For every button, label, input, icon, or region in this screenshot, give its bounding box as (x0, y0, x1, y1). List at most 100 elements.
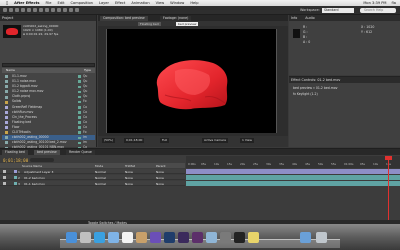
col-name[interactable]: Name (6, 68, 15, 72)
tab-composition[interactable]: Composition: bed preview (100, 15, 148, 21)
layer-row[interactable]: 2 01-2 bed.mov Normal None None (0, 175, 185, 180)
photos-icon[interactable] (136, 232, 147, 243)
menu-effect[interactable]: Effect (115, 1, 125, 5)
ruler-tick: 0:00s (188, 162, 196, 166)
tab-info[interactable]: Info (291, 16, 297, 20)
layer-parent[interactable]: None (156, 176, 164, 180)
apple-icon[interactable]:  (6, 1, 8, 5)
col-trkmat[interactable]: TrkMat (125, 164, 135, 168)
layer-row[interactable]: 3 01-1 bed.mov Normal None None (0, 181, 185, 186)
eraser-tool-icon[interactable] (69, 8, 73, 12)
menu-view[interactable]: View (156, 1, 165, 5)
effect-controls-panel: Effect Controls: 01-2 bed.mov bed previe… (289, 76, 400, 147)
time-ruler[interactable]: 0:00s 05s 10s 15s 20s 25s 30s 35s 40s 45… (186, 156, 400, 168)
tab-audio[interactable]: Audio (305, 16, 314, 20)
workspace-select[interactable]: Standard (322, 7, 354, 13)
menu-composition[interactable]: Composition (70, 1, 92, 5)
layer-row[interactable]: 1 Adjustment Layer 3 Normal None None (0, 169, 185, 174)
menu-layer[interactable]: Layer (99, 1, 109, 5)
clock[interactable]: Mon 3:39 PM (363, 1, 386, 5)
effect-controls-tab[interactable]: Effect Controls: 01-2 bed.mov (289, 77, 400, 83)
puppet-tool-icon[interactable] (75, 8, 79, 12)
search-help-input[interactable]: Search Help (360, 7, 396, 13)
workspace-label: Workspace: (300, 8, 320, 12)
nav-floating-bed[interactable]: Floating bed (138, 21, 161, 26)
timeline-search-input[interactable] (30, 158, 54, 162)
menu-window[interactable]: Window (170, 1, 184, 5)
layer-trkmat[interactable]: None (125, 182, 133, 186)
layer-trkmat[interactable]: None (125, 170, 133, 174)
col-type[interactable]: Type (84, 68, 91, 73)
project-tab[interactable]: Project (0, 15, 96, 21)
layer-trkmat[interactable]: None (125, 176, 133, 180)
pan-behind-tool-icon[interactable] (33, 8, 37, 12)
mask-tool-icon[interactable] (39, 8, 43, 12)
layer-bar[interactable] (186, 175, 400, 180)
tab-render-queue[interactable]: Render Queue (66, 149, 95, 155)
col-mode[interactable]: Mode (95, 164, 103, 168)
layer-parent[interactable]: None (156, 170, 164, 174)
notes-icon[interactable] (248, 232, 259, 243)
project-search-input[interactable] (2, 63, 95, 67)
trash-icon[interactable] (316, 232, 327, 243)
launchpad-icon[interactable] (80, 232, 91, 243)
menu-app[interactable]: After Effects (14, 1, 39, 5)
eye-icon[interactable] (3, 182, 6, 185)
ruler-tick: 35s (279, 162, 285, 166)
eye-icon[interactable] (3, 176, 6, 179)
layer-mode[interactable]: Normal (95, 170, 106, 174)
selection-tool-icon[interactable] (3, 8, 7, 12)
col-parent[interactable]: Parent (156, 164, 166, 168)
label-color-icon (78, 121, 81, 124)
menu-help[interactable]: Help (190, 1, 198, 5)
menu-animation[interactable]: Animation (131, 1, 149, 5)
resolution-select[interactable]: Full (160, 138, 170, 143)
tab-floating-bed[interactable]: Floating bed (2, 149, 28, 155)
folder-icon[interactable] (300, 232, 311, 243)
preview-icon[interactable] (206, 232, 217, 243)
layer-bar[interactable] (186, 169, 400, 174)
current-time-indicator[interactable] (388, 156, 389, 225)
effect-keylight[interactable]: fx Keylight (1.2) (293, 92, 318, 96)
system-preferences-icon[interactable] (220, 232, 231, 243)
layer-column-header: Source Name Mode TrkMat Parent (0, 163, 185, 168)
premiere-icon[interactable] (192, 232, 203, 243)
user-name[interactable]: fla (392, 1, 396, 5)
zoom-tool-icon[interactable] (15, 8, 19, 12)
eye-icon[interactable] (3, 170, 6, 173)
composition-canvas[interactable] (106, 29, 277, 133)
calendar-icon[interactable] (122, 232, 133, 243)
safari-icon[interactable] (94, 232, 105, 243)
layer-mode[interactable]: Normal (95, 182, 106, 186)
text-tool-icon[interactable] (51, 8, 55, 12)
mail-icon[interactable] (108, 232, 119, 243)
menu-file[interactable]: File (46, 1, 52, 5)
tab-bed-preview[interactable]: bed preview (34, 149, 60, 155)
ruler-tick: 55s (331, 162, 337, 166)
hand-tool-icon[interactable] (9, 8, 13, 12)
photoshop-icon[interactable] (164, 232, 175, 243)
nav-bed-preview[interactable]: bed preview (176, 21, 199, 26)
after-effects-icon[interactable] (178, 232, 189, 243)
tab-footage[interactable]: Footage: (none) (160, 15, 192, 21)
ruler-tick: 10s (373, 162, 379, 166)
layer-parent[interactable]: None (156, 182, 164, 186)
clone-tool-icon[interactable] (63, 8, 67, 12)
zoom-select[interactable]: (50%) (102, 138, 116, 143)
view-layout-select[interactable]: 1 View (240, 138, 254, 143)
menu-edit[interactable]: Edit (58, 1, 65, 5)
terminal-icon[interactable] (234, 232, 245, 243)
layer-bar[interactable] (186, 181, 400, 186)
finder-icon[interactable] (66, 232, 77, 243)
camera-tool-icon[interactable] (27, 8, 31, 12)
brush-tool-icon[interactable] (57, 8, 61, 12)
itunes-icon[interactable] (150, 232, 161, 243)
layer-mode[interactable]: Normal (95, 176, 106, 180)
camera-select[interactable]: Active Camera (202, 138, 229, 143)
col-source-name[interactable]: Source Name (22, 164, 42, 168)
label-color-icon (78, 116, 81, 119)
info-rgba: R : G : B : A : 0 (303, 25, 310, 45)
pen-tool-icon[interactable] (45, 8, 49, 12)
comp-timecode[interactable]: 0;01;18;00 (124, 138, 145, 143)
rotate-tool-icon[interactable] (21, 8, 25, 12)
